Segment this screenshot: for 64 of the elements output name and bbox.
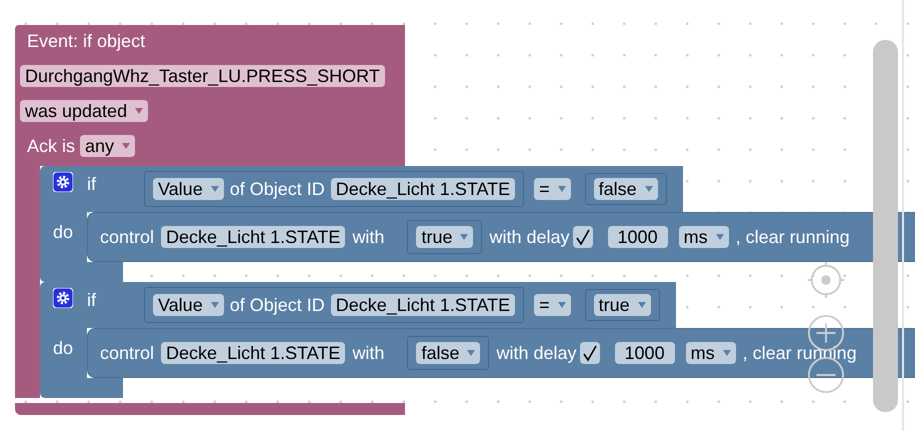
object-id-field[interactable]: Decke_Licht 1.STATE [161,342,346,364]
delay-field[interactable]: 1000 [614,342,675,364]
of-object-label: of Object ID [230,294,325,316]
if-block[interactable]: if Value of Object ID Decke_Licht 1.STATE = false [40,166,683,212]
control-label: control [100,342,154,364]
with-delay-label: with delay [489,226,570,248]
control-block[interactable]: control Decke_Licht 1.STATE with true with delay 1000 ms , clear running [87,212,915,262]
compare-block[interactable]: Value of Object ID Decke_Licht 1.STATE = true [144,287,660,323]
object-value-block[interactable]: Value of Object ID Decke_Licht 1.STATE [144,171,524,207]
delay-field[interactable]: 1000 [608,226,668,248]
with-label: with [352,226,384,248]
with-label: with [352,342,384,364]
unit-dropdown[interactable]: ms [686,342,736,364]
event-block[interactable]: Event: if object DurchgangWhz_Taster_LU.PRESS_SHORT was updated Ack is any [15,25,405,166]
event-label: Event: if object [27,30,146,52]
checkbox[interactable] [572,226,593,248]
if-label: if [87,174,96,195]
gear-icon[interactable] [53,172,73,192]
boolean-block[interactable]: false [584,173,667,205]
ack-label: Ack is [27,136,76,156]
clear-running-label: , clear running [736,226,850,248]
compare-block[interactable]: Value of Object ID Decke_Licht 1.STATE = false [144,171,667,207]
boolean-block[interactable]: false [407,336,490,370]
caret-icon [558,186,566,192]
with-delay-label: with delay [496,342,577,364]
control-label: control [100,226,154,248]
gear-icon[interactable] [53,288,73,308]
do-label: do [53,222,74,242]
scrollbar[interactable] [873,40,898,412]
object-id-field[interactable]: Decke_Licht 1.STATE [330,178,516,200]
checkbox[interactable] [580,342,600,364]
if-block[interactable]: if Value of Object ID Decke_Licht 1.STATE = true [40,282,676,328]
caret-icon [638,302,646,308]
caret-icon [722,350,731,356]
if-label: if [87,290,96,311]
caret-icon [210,186,219,192]
caret-icon [135,108,144,114]
caret-icon [716,234,724,240]
trigger-dropdown[interactable]: was updated [20,100,148,122]
operator-dropdown[interactable]: = [534,294,571,316]
caret-icon [460,234,468,240]
recenter-icon[interactable] [807,261,845,299]
do-label: do [53,338,74,358]
boolean-block[interactable]: true [407,220,482,254]
ack-dropdown[interactable]: any [80,135,136,157]
object-id-field[interactable]: Decke_Licht 1.STATE [330,294,516,316]
boolean-dropdown[interactable]: false [416,342,480,364]
object-id-field[interactable]: DurchgangWhz_Taster_LU.PRESS_SHORT [20,65,385,87]
unit-dropdown[interactable]: ms [678,226,729,248]
object-id-field[interactable]: Decke_Licht 1.STATE [161,226,346,248]
boolean-dropdown[interactable]: true [594,294,651,316]
object-value-block[interactable]: Value of Object ID Decke_Licht 1.STATE [144,287,524,323]
attribute-dropdown[interactable]: Value [153,178,224,200]
boolean-dropdown[interactable]: false [594,178,658,200]
caret-icon [467,350,476,356]
of-object-label: of Object ID [230,178,325,200]
caret-icon [558,302,566,308]
caret-icon [210,302,219,308]
attribute-dropdown[interactable]: Value [153,294,224,316]
caret-icon [122,143,130,149]
boolean-block[interactable]: true [584,289,660,321]
operator-dropdown[interactable]: = [534,178,571,200]
caret-icon [644,186,653,192]
boolean-dropdown[interactable]: true [416,226,474,248]
